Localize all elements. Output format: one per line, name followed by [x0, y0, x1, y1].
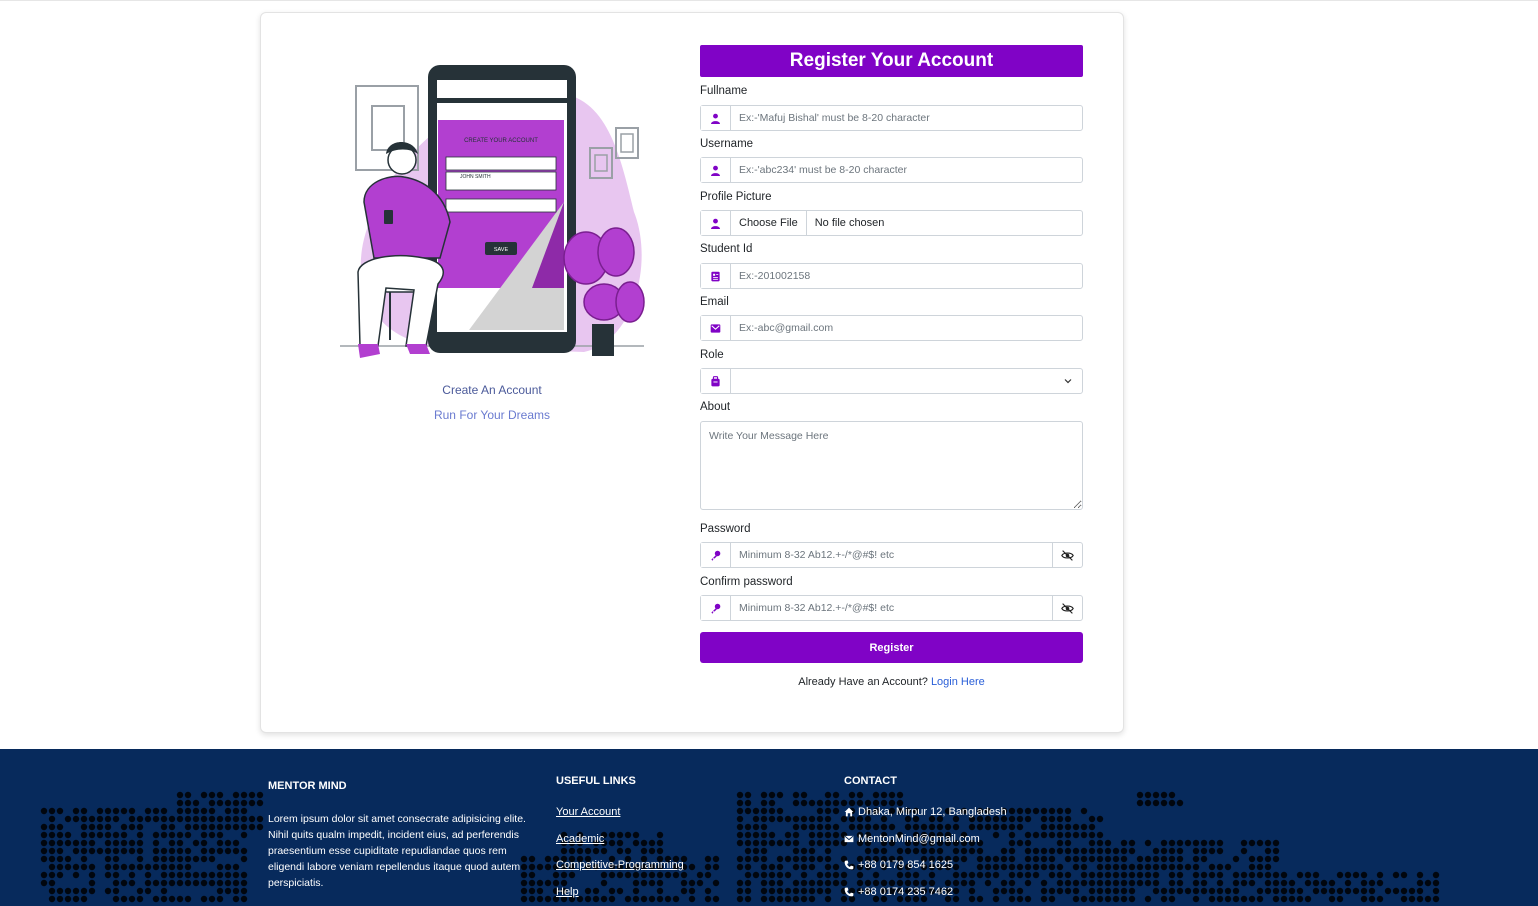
footer-address: Dhaka, Mirpur 12, Bangladesh — [844, 806, 1007, 818]
footer-email: MentonMind@gmail.com — [844, 833, 980, 845]
eye-slash-icon[interactable] — [1052, 596, 1082, 620]
world-map-dots — [40, 791, 1440, 903]
already-text: Already Have an Account? — [798, 676, 928, 688]
confirm-password-group — [700, 595, 1083, 621]
footer-email-text: MentonMind@gmail.com — [858, 833, 980, 845]
fullname-group — [700, 105, 1083, 131]
file-status-text: No file chosen — [814, 217, 885, 229]
footer-phone-1-text: +88 0179 854 1625 — [858, 859, 954, 871]
email-label: Email — [700, 296, 729, 308]
profile-picture-label: Profile Picture — [700, 191, 772, 203]
envelope-icon — [701, 316, 731, 340]
phone-icon — [844, 887, 854, 897]
email-group — [700, 315, 1083, 341]
footer-about-text: Lorem ipsum dolor sit amet consecrate ad… — [268, 813, 526, 889]
footer-phone-1: +88 0179 854 1625 — [844, 859, 953, 871]
id-card-icon — [701, 264, 731, 288]
footer-link-academic[interactable]: Academic — [556, 833, 604, 845]
footer: MENTOR MIND Lorem ipsum dolor sit amet c… — [0, 749, 1538, 906]
briefcase-icon — [701, 369, 731, 393]
key-icon — [701, 596, 731, 620]
username-label: Username — [700, 138, 754, 150]
phone-save-text: SAVE — [494, 247, 509, 253]
choose-file-button[interactable]: Choose File — [731, 211, 807, 235]
footer-links-heading: USEFUL LINKS — [556, 775, 636, 787]
login-link[interactable]: Login Here — [931, 676, 985, 688]
form-title: Register Your Account — [700, 45, 1083, 77]
profile-picture-group: Choose File No file chosen — [700, 210, 1083, 236]
key-icon — [701, 543, 731, 567]
footer-link-competitive-programming[interactable]: Competitive-Programming — [556, 859, 684, 871]
user-icon — [701, 106, 731, 130]
username-input[interactable] — [731, 158, 1082, 182]
register-button[interactable]: Register — [700, 632, 1083, 663]
register-form: Register Your Account — [700, 45, 1083, 77]
footer-link-help[interactable]: Help — [556, 886, 579, 898]
phone-header-text: CREATE YOUR ACCOUNT — [464, 138, 538, 144]
chevron-down-icon — [1064, 379, 1072, 384]
password-label: Password — [700, 523, 751, 535]
confirm-password-label: Confirm password — [700, 576, 793, 588]
about-label: About — [700, 401, 731, 413]
user-icon — [701, 158, 731, 182]
footer-phone-2-text: +88 0174 235 7462 — [858, 886, 954, 898]
about-textarea[interactable] — [700, 421, 1083, 510]
tagline-text: Run For Your Dreams — [433, 408, 551, 422]
student-id-group — [700, 263, 1083, 289]
fullname-input[interactable] — [731, 106, 1082, 130]
confirm-password-input[interactable] — [731, 596, 1052, 620]
student-id-label: Student Id — [700, 243, 753, 255]
role-select[interactable] — [731, 369, 1082, 393]
phone-icon — [844, 860, 854, 870]
footer-address-text: Dhaka, Mirpur 12, Bangladesh — [858, 806, 1007, 818]
password-input[interactable] — [731, 543, 1052, 567]
email-input[interactable] — [731, 316, 1082, 340]
fullname-label: Fullname — [700, 85, 748, 97]
create-account-text: Create An Account — [442, 383, 542, 397]
footer-brand-heading: MENTOR MIND — [268, 780, 347, 792]
footer-contact-heading: CONTACT — [844, 775, 897, 787]
footer-link-your-account[interactable]: Your Account — [556, 806, 620, 818]
phone-name-text: JOHN SMITH — [460, 174, 491, 180]
footer-phone-2: +88 0174 235 7462 — [844, 886, 953, 898]
top-divider — [0, 0, 1538, 1]
eye-slash-icon[interactable] — [1052, 543, 1082, 567]
envelope-icon — [844, 835, 854, 843]
student-id-input[interactable] — [731, 264, 1082, 288]
password-group — [700, 542, 1083, 568]
role-group — [700, 368, 1083, 394]
register-illustration: CREATE YOUR ACCOUNT JOHN SMITH SAVE — [340, 65, 645, 358]
role-label: Role — [700, 349, 724, 361]
home-icon — [844, 807, 854, 817]
user-icon — [701, 211, 731, 235]
login-prompt: Already Have an Account? Login Here — [700, 676, 1083, 688]
username-group — [700, 157, 1083, 183]
